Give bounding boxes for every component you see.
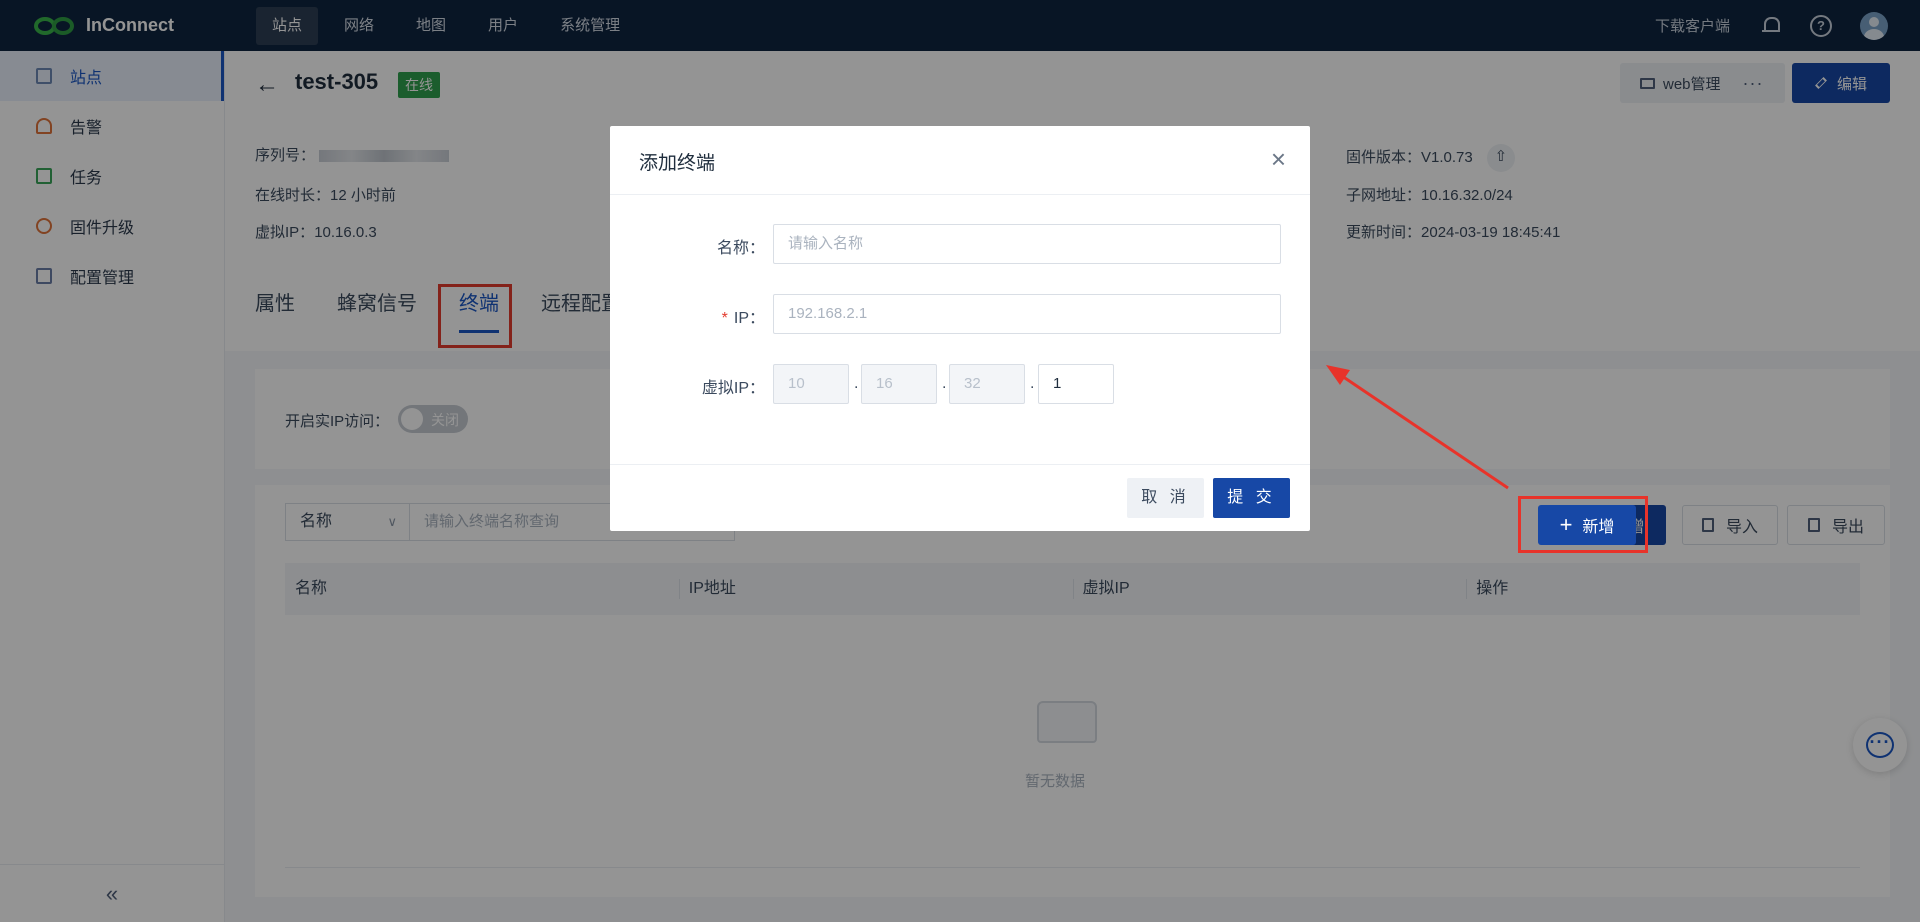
cancel-button[interactable]: 取 消 [1127,478,1204,518]
submit-button[interactable]: 提 交 [1213,478,1290,518]
dialog-footer-divider [610,464,1310,465]
ip-field[interactable]: 192.168.2.1 [773,294,1281,334]
dot-separator: . [942,375,947,392]
dot-separator: . [1030,375,1035,392]
name-field[interactable]: 请输入名称 [773,224,1281,264]
vip-octet-1: 10 [773,364,849,404]
dot-separator: . [854,375,859,392]
ip-label-text: IP： [733,310,765,327]
add-highlight-box [1518,496,1648,553]
vip-label: 虚拟IP： [701,380,765,397]
name-label: 名称： [716,240,765,257]
close-icon[interactable]: × [1271,144,1286,175]
add-terminal-dialog: 添加终端 × 名称： 请输入名称 * IP： 192.168.2.1 虚拟IP： … [610,126,1310,531]
vip-octet-4-input[interactable]: 1 [1038,364,1114,404]
required-mark: * [721,310,728,327]
vip-octet-3: 32 [949,364,1025,404]
dialog-divider [610,194,1310,195]
ip-label: * IP： [665,304,765,328]
dialog-title: 添加终端 [639,153,716,174]
annotation-arrow-icon [1326,365,1509,490]
vip-octet-2: 16 [861,364,937,404]
